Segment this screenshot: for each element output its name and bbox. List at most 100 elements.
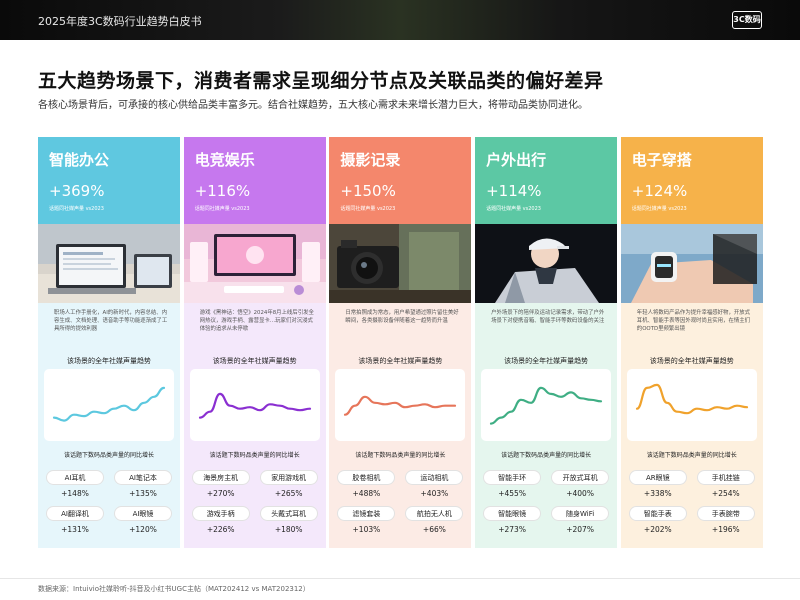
card-header: 电竞娱乐 +116% 话题同社媒声量 vs2023 xyxy=(183,137,326,224)
product-tag: AR眼镜 xyxy=(628,470,687,485)
page-subheadline: 各核心场景背后，可承接的核心供给品类丰富多元。结合社媒趋势，五大核心需求未来增长… xyxy=(38,100,588,111)
scenario-description: 年轻人将数码产品作为提升幸福感好物，开放式耳机、智能手表等因外观时尚且实用，在情… xyxy=(636,310,751,332)
scenario-description: 游戏《黑神话：悟空》2024年8月上线后引发全网热议，游戏手柄、露营显卡…玩家们… xyxy=(199,310,314,332)
product-tag: 头戴式耳机 xyxy=(259,506,318,521)
product-growth-value: +403% xyxy=(420,489,449,498)
scenario-growth: +124% xyxy=(631,182,688,200)
trend-line xyxy=(635,383,748,415)
scenario-card: 智能办公 +369% 话题同社媒声量 vs2023 职场人工作手册化，AI的新时代，内… xyxy=(38,137,180,548)
trend-chart xyxy=(481,369,612,441)
scenario-growth: +150% xyxy=(340,182,396,200)
product-growth-title: 该话题下数码品类声量的同比增长 xyxy=(63,452,154,459)
product-tag: AI笔记本 xyxy=(114,470,172,485)
growth-note: 话题同社媒声量 vs2023 xyxy=(486,206,541,212)
trend-line xyxy=(344,395,457,416)
scenario-card: 电竞娱乐 +116% 话题同社媒声量 vs2023 游戏《黑神话：悟空》2024年8月… xyxy=(183,137,326,548)
product-tag: 运动相机 xyxy=(405,470,464,485)
scenario-card: 电子穿搭 +124% 话题同社媒声量 vs2023 年轻人将数码产品作为提升幸福感好物… xyxy=(620,137,763,548)
product-growth-title: 该话题下数码品类声量的同比增长 xyxy=(355,452,446,459)
product-growth-title: 该话题下数码品类声量的同比增长 xyxy=(646,452,737,459)
scenario-photo xyxy=(183,224,326,303)
scenario-cards: 智能办公 +369% 话题同社媒声量 vs2023 职场人工作手册化，AI的新时代，内… xyxy=(38,137,763,548)
scenario-name: 户外出行 xyxy=(486,151,547,169)
scenario-photo xyxy=(38,224,180,303)
product-growth-title: 该话题下数码品类声量的同比增长 xyxy=(501,452,592,459)
scenario-growth: +116% xyxy=(194,182,251,200)
product-growth-title: 该话题下数码品类声量的同比增长 xyxy=(209,452,300,459)
product-tag: 手表腕带 xyxy=(696,506,755,521)
page-headline: 五大趋势场景下，消费者需求呈现细分节点及关联品类的偏好差异 xyxy=(38,70,604,92)
product-growth-value: +120% xyxy=(129,525,157,534)
scenario-description: 职场人工作手册化，AI的新时代，内容总结、内容生成、文档处理、语音助手等功能逐渐… xyxy=(54,310,168,332)
trend-line xyxy=(52,386,166,422)
scenario-name: 智能办公 xyxy=(49,151,110,169)
trend-title: 该场景的全年社媒声量趋势 xyxy=(504,357,589,365)
product-growth-value: +196% xyxy=(711,525,740,534)
card-header: 电子穿搭 +124% 话题同社媒声量 vs2023 xyxy=(620,137,763,224)
product-growth-value: +202% xyxy=(643,525,672,534)
growth-note: 话题同社媒声量 vs2023 xyxy=(194,206,250,212)
product-growth-value: +131% xyxy=(61,525,89,534)
report-title: 2025年度3C数码行业趋势白皮书 xyxy=(38,15,202,28)
product-tag: 游戏手柄 xyxy=(191,506,250,521)
product-growth-value: +455% xyxy=(498,489,526,498)
trend-chart xyxy=(44,369,174,441)
trend-line xyxy=(489,386,603,425)
product-tag: 智能眼镜 xyxy=(483,506,542,521)
scenario-growth: +369% xyxy=(49,182,105,200)
product-tag: 航拍无人机 xyxy=(405,506,464,521)
product-tag: 海景房主机 xyxy=(191,470,250,485)
product-growth-value: +207% xyxy=(566,525,594,534)
scenario-description: 户外场景下的陪伴及运动记录需求，带动了户外场景下对便携音箱、智能手环等数码设备的… xyxy=(491,310,605,324)
product-tag: 随身WiFi xyxy=(551,506,610,521)
product-tag: 滤镜套装 xyxy=(337,506,396,521)
product-growth-value: +338% xyxy=(643,489,672,498)
scenario-description: 日常拍照成为常态，用户希望通过照片留住美好瞬间，各类摄影设备伴随着这一趋势而升温 xyxy=(345,310,459,324)
product-tag: 智能手环 xyxy=(483,470,542,485)
trend-title: 该场景的全年社媒声量趋势 xyxy=(649,357,734,365)
product-growth-value: +400% xyxy=(566,489,594,498)
product-tag: 智能手表 xyxy=(628,506,687,521)
product-tag: 家用游戏机 xyxy=(259,470,318,485)
product-growth-value: +66% xyxy=(422,525,446,534)
growth-note: 话题同社媒声量 vs2023 xyxy=(340,206,396,212)
trend-chart xyxy=(189,369,320,441)
trend-title: 该场景的全年社媒声量趋势 xyxy=(67,357,151,365)
scenario-card: 户外出行 +114% 话题同社媒声量 vs2023 户外场景下的陪伴及运动记录需求，带… xyxy=(475,137,618,548)
trend-chart xyxy=(335,369,466,441)
top-banner: 2025年度3C数码行业趋势白皮书 3C数码 xyxy=(0,0,800,40)
card-header: 摄影记录 +150% 话题同社媒声量 vs2023 xyxy=(329,137,472,224)
product-growth-value: +135% xyxy=(129,489,157,498)
scenario-name: 电竞娱乐 xyxy=(194,151,255,169)
product-growth-value: +103% xyxy=(352,525,381,534)
footer-divider xyxy=(0,578,800,579)
product-growth-value: +148% xyxy=(61,489,89,498)
trend-chart xyxy=(626,369,757,441)
scenario-name: 电子穿搭 xyxy=(631,151,692,169)
product-tag: 手机挂链 xyxy=(696,470,755,485)
product-tag: AI耳机 xyxy=(46,470,104,485)
card-header: 智能办公 +369% 话题同社媒声量 vs2023 xyxy=(38,137,180,224)
card-header: 户外出行 +114% 话题同社媒声量 vs2023 xyxy=(475,137,618,224)
growth-note: 话题同社媒声量 vs2023 xyxy=(49,206,104,212)
product-tag: AI眼镜 xyxy=(114,506,172,521)
product-growth-value: +488% xyxy=(352,489,381,498)
product-growth-value: +254% xyxy=(711,489,740,498)
product-tag: AI翻译机 xyxy=(46,506,104,521)
product-growth-value: +226% xyxy=(206,525,235,534)
product-growth-value: +273% xyxy=(498,525,526,534)
product-growth-value: +270% xyxy=(206,489,235,498)
scenario-growth: +114% xyxy=(486,182,542,200)
trend-title: 该场景的全年社媒声量趋势 xyxy=(212,357,297,365)
scenario-card: 摄影记录 +150% 话题同社媒声量 vs2023 日常拍照成为常态，用户希望通过照片… xyxy=(329,137,472,548)
data-source-note: 数据来源：Intuivio社媒聆听-抖音及小红书UGC主帖（MAT202412 … xyxy=(38,585,310,593)
product-growth-value: +265% xyxy=(274,489,303,498)
product-growth-value: +180% xyxy=(274,525,303,534)
trend-line xyxy=(198,392,311,419)
brand-logo: 3C数码 xyxy=(732,11,762,29)
product-tag: 胶卷相机 xyxy=(337,470,396,485)
trend-title: 该场景的全年社媒声量趋势 xyxy=(358,357,443,365)
scenario-photo xyxy=(620,224,763,303)
growth-note: 话题同社媒声量 vs2023 xyxy=(631,206,687,212)
scenario-photo xyxy=(475,224,618,303)
